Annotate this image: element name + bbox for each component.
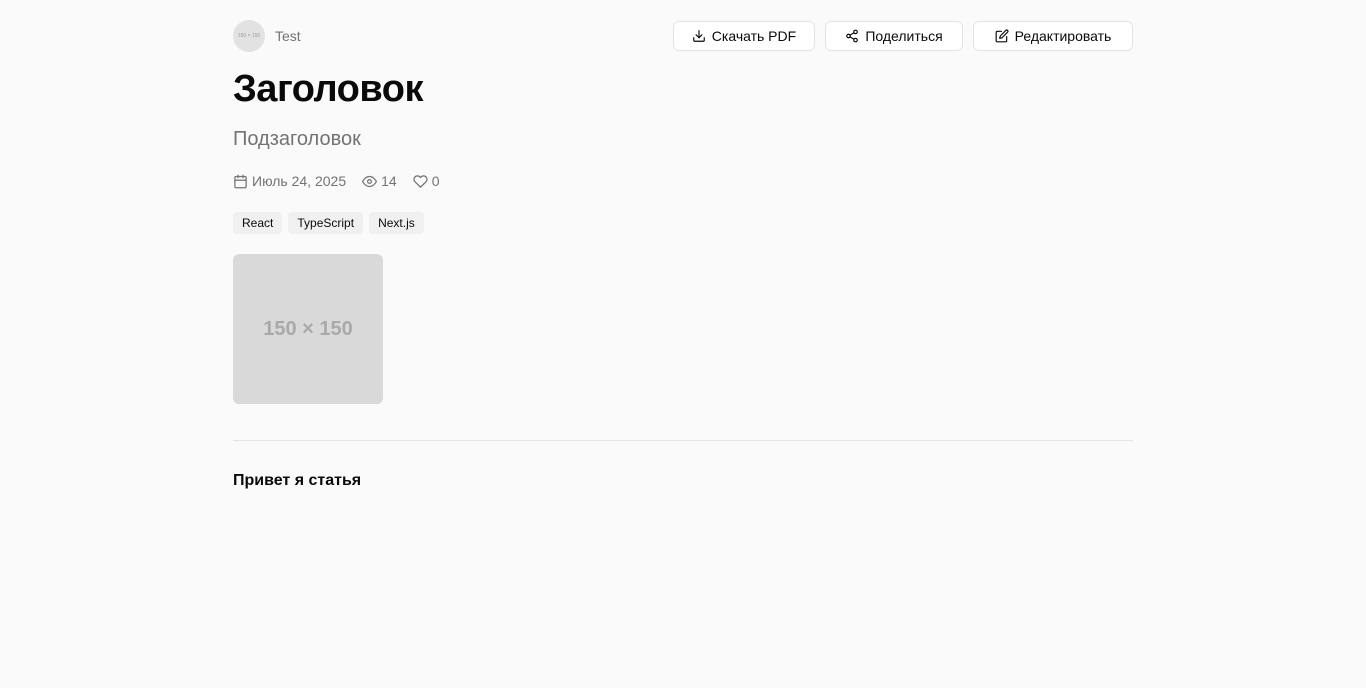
tag-typescript[interactable]: TypeScript [288, 212, 364, 234]
calendar-icon [234, 174, 247, 188]
views-count: 14 [362, 173, 397, 189]
article-meta: Июль 24, 2025 14 0 [233, 171, 455, 191]
like-button[interactable]: 0 [413, 173, 440, 189]
edit-label: Редактировать [1014, 28, 1112, 44]
share-label: Поделиться [865, 28, 943, 44]
article-subtitle: Подзаголовок [233, 128, 361, 150]
cover-image: 150 × 150 [233, 254, 383, 404]
cover-placeholder-text: 150 × 150 [263, 317, 353, 340]
article-title: Заголовок [233, 68, 423, 110]
likes-count-text: 0 [431, 173, 440, 189]
tag-react[interactable]: React [233, 212, 283, 234]
publish-date-text: Июль 24, 2025 [252, 173, 347, 189]
share-icon [846, 29, 859, 43]
author-name[interactable]: Test [275, 28, 301, 44]
edit-icon [995, 29, 1009, 43]
share-button[interactable]: Поделиться [825, 21, 963, 51]
tag-list: React TypeScript Next.js [233, 212, 424, 234]
edit-button[interactable]: Редактировать [973, 21, 1133, 51]
avatar-placeholder-text: 150 × 150 [237, 33, 261, 39]
download-pdf-button[interactable]: Скачать PDF [673, 21, 815, 51]
author-info[interactable]: 150 × 150 Test [233, 20, 301, 52]
divider [233, 440, 1133, 441]
views-count-text: 14 [381, 173, 397, 189]
download-icon [692, 30, 705, 42]
publish-date: Июль 24, 2025 [233, 173, 346, 189]
eye-icon [362, 175, 378, 187]
tag-nextjs[interactable]: Next.js [369, 212, 424, 234]
article-content: Привет я статья [233, 472, 362, 489]
heart-icon [413, 174, 428, 188]
avatar[interactable]: 150 × 150 [233, 20, 265, 52]
article-actions: Скачать PDF Поделиться Редактировать [673, 21, 1133, 51]
article-header-bar: 150 × 150 Test Скачать PDF Поделиться Ре… [233, 20, 1133, 52]
download-pdf-label: Скачать PDF [711, 28, 797, 44]
